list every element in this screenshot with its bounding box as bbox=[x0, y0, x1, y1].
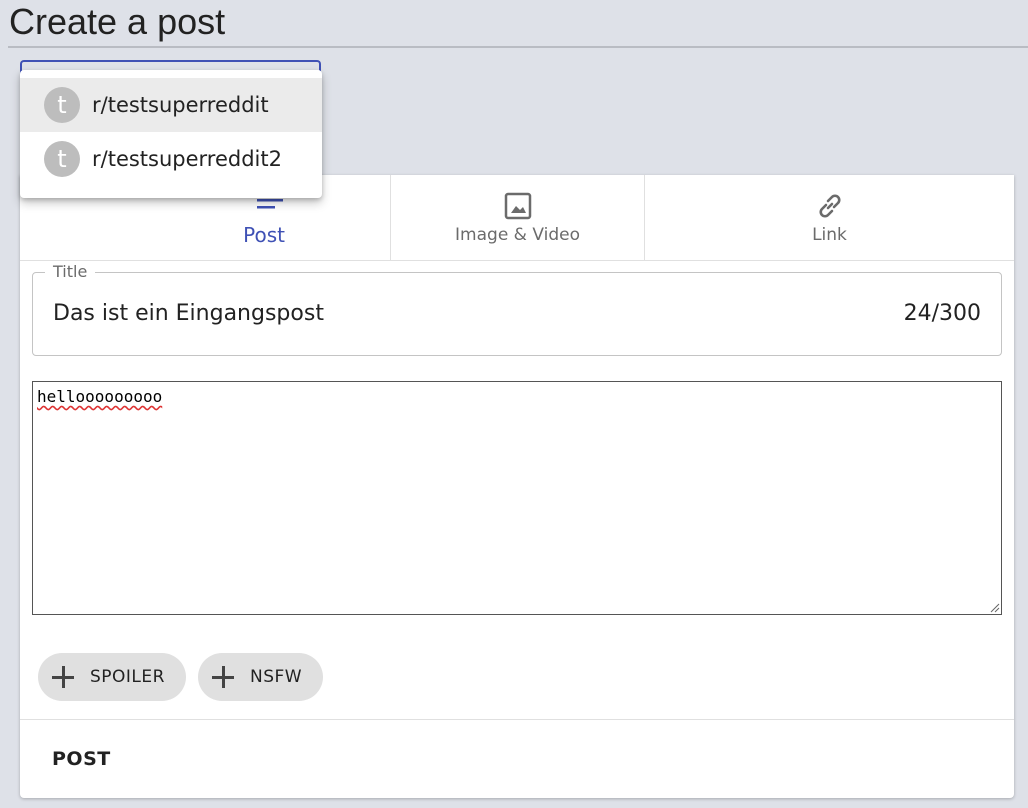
title-field-label: Title bbox=[45, 262, 96, 281]
page-title: Create a post bbox=[9, 1, 226, 42]
community-option-label: r/testsuperreddit bbox=[92, 93, 269, 117]
community-option[interactable]: t r/testsuperreddit bbox=[20, 78, 322, 132]
avatar: t bbox=[44, 141, 80, 177]
plus-icon bbox=[212, 666, 234, 688]
body-textarea[interactable]: hellooooooooo bbox=[32, 381, 1002, 615]
spoiler-chip[interactable]: SPOILER bbox=[38, 653, 186, 701]
title-char-counter: 24/300 bbox=[903, 301, 981, 326]
resize-handle-icon[interactable] bbox=[988, 601, 1000, 613]
spoiler-chip-label: SPOILER bbox=[90, 667, 165, 687]
title-field[interactable]: Title Das ist ein Eingangspost 24/300 bbox=[32, 262, 1002, 356]
link-icon bbox=[815, 191, 845, 221]
tab-image-video-label: Image & Video bbox=[455, 225, 580, 245]
tab-post-label: Post bbox=[243, 223, 285, 247]
actions-divider bbox=[20, 719, 1014, 720]
tab-link[interactable]: Link bbox=[644, 175, 1014, 260]
post-button[interactable]: POST bbox=[38, 741, 125, 777]
tab-link-label: Link bbox=[812, 225, 847, 245]
body-text: hellooooooooo bbox=[37, 387, 163, 406]
plus-icon bbox=[52, 666, 74, 688]
nsfw-chip[interactable]: NSFW bbox=[198, 653, 323, 701]
image-icon bbox=[503, 191, 533, 221]
title-input[interactable]: Das ist ein Eingangspost bbox=[53, 301, 324, 326]
community-option[interactable]: t r/testsuperreddit2 bbox=[20, 132, 322, 186]
community-dropdown-menu: t r/testsuperreddit t r/testsuperreddit2 bbox=[20, 70, 322, 198]
post-form-card: Post Image & Video Link Title Das ist ei… bbox=[20, 175, 1014, 798]
community-option-label: r/testsuperreddit2 bbox=[92, 147, 282, 171]
title-divider bbox=[8, 46, 1028, 48]
avatar: t bbox=[44, 87, 80, 123]
tab-image-video[interactable]: Image & Video bbox=[390, 175, 644, 260]
nsfw-chip-label: NSFW bbox=[250, 667, 303, 687]
